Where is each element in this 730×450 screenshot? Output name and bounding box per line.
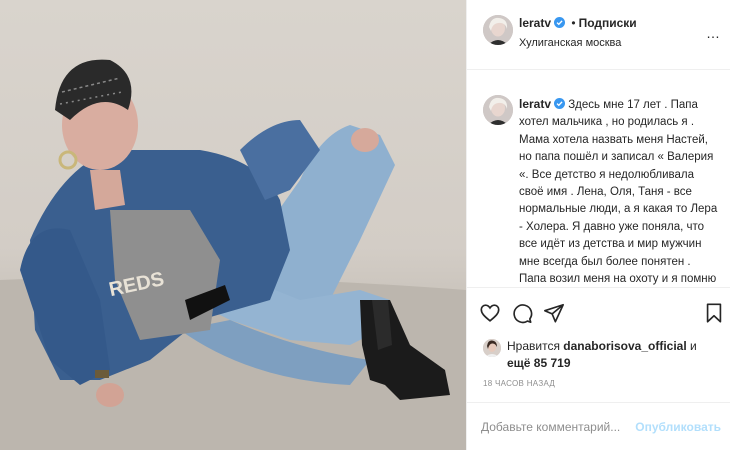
following-button[interactable]: Подписки <box>579 16 637 30</box>
header-separator: • <box>571 16 576 30</box>
post-photo[interactable]: REDS <box>0 0 466 450</box>
avatar-image <box>483 95 513 125</box>
post-header: leratv • Подписки Хулиганская москва … <box>467 0 730 70</box>
verified-badge-icon <box>554 98 566 109</box>
author-username[interactable]: leratv <box>519 16 551 30</box>
header-title-line: leratv • Подписки <box>519 16 637 30</box>
caption-author-avatar[interactable] <box>483 95 513 125</box>
likes-summary: Нравится danaborisova_official и ещё 85 … <box>483 337 723 371</box>
action-bar <box>467 287 730 333</box>
post-location[interactable]: Хулиганская москва <box>519 37 621 49</box>
likes-and: и <box>690 339 697 353</box>
author-avatar[interactable] <box>483 15 513 45</box>
post-caption: leratv Здесь мне 17 лет . Папа хотел мал… <box>519 96 719 286</box>
post-sidebar: leratv • Подписки Хулиганская москва … le… <box>466 0 730 450</box>
comment-icon[interactable] <box>511 302 533 324</box>
likes-prefix: Нравится <box>507 339 560 353</box>
avatar-image <box>483 339 501 357</box>
instagram-post-modal: REDS leratv • Подписки Хулиганская москв… <box>0 0 730 450</box>
post-timestamp[interactable]: 18 ЧАСОВ НАЗАД <box>483 379 555 388</box>
verified-badge-icon <box>554 17 566 28</box>
heart-icon[interactable] <box>479 302 501 324</box>
photo-illustration: REDS <box>0 59 466 450</box>
publish-button[interactable]: Опубликовать <box>635 420 721 434</box>
more-options-icon[interactable]: … <box>706 25 721 41</box>
comment-input[interactable] <box>481 417 641 437</box>
caption-section: leratv Здесь мне 17 лет . Папа хотел мал… <box>467 71 730 286</box>
avatar-image <box>483 15 513 45</box>
caption-text: Здесь мне 17 лет . Папа хотел мальчика ,… <box>519 99 718 286</box>
comment-box: Опубликовать <box>467 402 730 450</box>
liker-username[interactable]: danaborisova_official <box>563 339 686 353</box>
likes-text: Нравится danaborisova_official и ещё 85 … <box>507 338 697 372</box>
liker-avatar[interactable] <box>483 339 501 357</box>
bookmark-icon[interactable] <box>703 302 725 324</box>
paper-plane-icon[interactable] <box>543 302 565 324</box>
caption-username[interactable]: leratv <box>519 97 551 111</box>
likes-count[interactable]: ещё 85 719 <box>507 356 571 370</box>
